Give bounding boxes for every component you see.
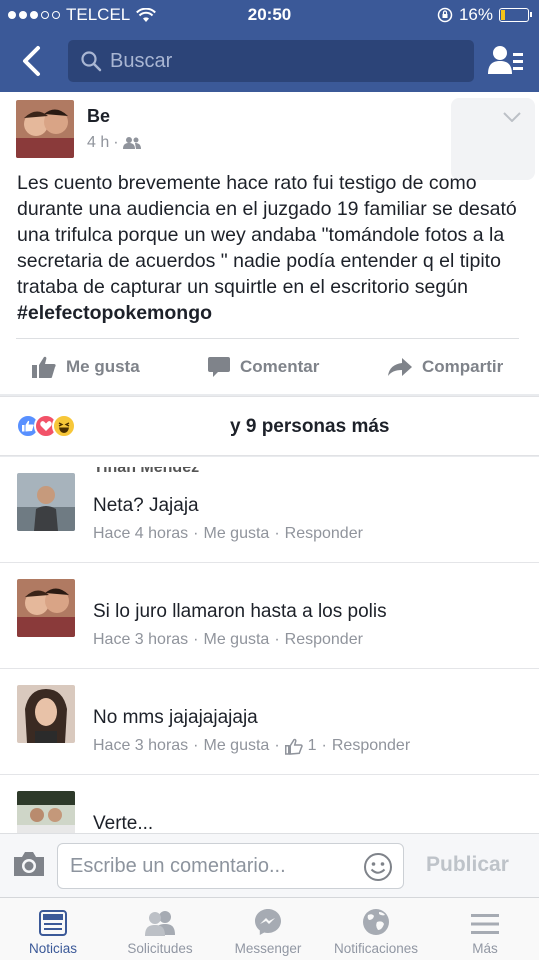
orientation-lock-icon <box>437 7 453 23</box>
tab-label: Solicitudes <box>127 941 193 956</box>
hashtag-link[interactable]: #elefectopokemongo <box>17 302 212 324</box>
tab-messenger[interactable]: Messenger <box>222 898 314 960</box>
comment-item: Si lo juro llamaron hasta a los polis Ha… <box>0 563 539 669</box>
post-actions: Me gusta Comentar Compartir <box>0 350 539 384</box>
share-label: Compartir <box>422 357 504 376</box>
comment-text: Si lo juro llamaron hasta a los polis <box>93 601 387 622</box>
comment-avatar[interactable] <box>17 473 75 531</box>
comment-like-link[interactable]: Me gusta <box>204 631 270 649</box>
tab-label: Más <box>472 941 498 956</box>
comment-input-box[interactable] <box>57 843 404 889</box>
tab-bar: Noticias Solicitudes Messenger Notificac… <box>0 897 539 960</box>
news-feed-icon <box>39 910 67 936</box>
like-label: Me gusta <box>66 357 140 376</box>
share-icon <box>388 358 412 376</box>
camera-icon[interactable] <box>12 850 46 878</box>
comment-composer: Publicar <box>0 833 539 897</box>
comment-meta: Hace 3 horas · Me gusta · 1 · Responder <box>93 737 411 755</box>
comment-label: Comentar <box>240 357 320 376</box>
tab-news-feed[interactable]: Noticias <box>8 898 98 960</box>
publish-button[interactable]: Publicar <box>426 853 509 877</box>
post-meta: 4 h · <box>87 134 141 152</box>
status-right: 16% <box>437 5 532 25</box>
thumbs-up-icon <box>284 738 303 755</box>
comment-like-count: 1 <box>307 737 317 754</box>
friend-requests-icon <box>145 911 175 936</box>
comment-reply-link[interactable]: Responder <box>285 631 363 649</box>
back-icon[interactable] <box>16 44 50 78</box>
comment-input[interactable] <box>70 844 350 888</box>
comment-avatar[interactable] <box>17 685 75 743</box>
post-card: Be 4 h · Les cuento brevemente hace rato… <box>0 92 539 394</box>
post-author-avatar[interactable] <box>16 100 74 158</box>
comment-meta: Hace 3 horas · Me gusta · Responder <box>93 631 363 649</box>
post-text: Les cuento brevemente hace rato fui test… <box>17 170 522 326</box>
messenger-icon <box>255 909 281 935</box>
battery-percent: 16% <box>458 5 493 24</box>
emoji-icon[interactable] <box>363 852 393 882</box>
comment-reply-link[interactable]: Responder <box>285 525 363 543</box>
friend-requests-icon[interactable] <box>487 44 525 78</box>
tab-more[interactable]: Más <box>440 898 530 960</box>
top-bar: TELCEL 20:50 16% <box>0 0 539 92</box>
chevron-down-icon <box>503 112 521 122</box>
friends-icon <box>122 137 141 149</box>
comment-time: Hace 3 horas <box>93 631 189 648</box>
comment-button[interactable]: Comentar <box>208 350 319 384</box>
post-author-name[interactable]: Be <box>87 106 110 127</box>
comment-avatar[interactable] <box>17 791 75 833</box>
globe-icon <box>363 909 389 935</box>
menu-icon <box>471 914 499 934</box>
thumbs-up-icon <box>32 356 56 378</box>
comments-list: Yihan Mendez Neta? Jajaja Hace 4 horas · … <box>0 457 539 833</box>
post-options-button[interactable] <box>451 98 535 180</box>
status-bar: TELCEL 20:50 16% <box>0 0 539 30</box>
comment-meta: Hace 4 horas · Me gusta · Responder <box>93 525 363 543</box>
comment-text: Verte... <box>93 813 154 833</box>
haha-reaction-icon <box>52 414 76 438</box>
comment-text: No mms jajajajajaja <box>93 707 258 728</box>
battery-icon <box>499 8 532 22</box>
tab-label: Notificaciones <box>333 941 419 956</box>
tab-friend-requests[interactable]: Solicitudes <box>112 898 208 960</box>
comment-text: Neta? Jajaja <box>93 495 199 516</box>
comment-avatar[interactable] <box>17 579 75 637</box>
reactions-text: y 9 personas más <box>230 416 390 437</box>
comment-time: Hace 3 horas <box>93 737 189 754</box>
search-bar[interactable] <box>68 40 474 82</box>
share-button[interactable]: Compartir <box>388 350 503 384</box>
like-button[interactable]: Me gusta <box>32 350 140 384</box>
post-body: Les cuento brevemente hace rato fui test… <box>17 172 517 298</box>
comment-like-link[interactable]: Me gusta <box>204 737 270 755</box>
reactions-summary[interactable]: y 9 personas más <box>0 396 539 456</box>
nav-bar <box>0 38 539 84</box>
comment-item: Yihan Mendez Neta? Jajaja Hace 4 horas · … <box>0 457 539 563</box>
comment-like-link[interactable]: Me gusta <box>204 525 270 543</box>
comment-item: Verte... <box>0 775 539 833</box>
post-time[interactable]: 4 h <box>87 134 109 152</box>
search-input[interactable] <box>110 49 450 73</box>
search-icon <box>81 51 102 72</box>
comment-icon <box>208 357 230 377</box>
tab-notifications[interactable]: Notificaciones <box>322 898 430 960</box>
comment-item: No mms jajajajajaja Hace 3 horas · Me gus… <box>0 669 539 775</box>
comment-author[interactable]: Yihan Mendez <box>93 467 199 477</box>
reaction-icons <box>16 414 76 438</box>
comment-reply-link[interactable]: Responder <box>332 737 410 755</box>
comment-time: Hace 4 horas <box>93 525 189 542</box>
divider <box>16 338 519 339</box>
tab-label: Messenger <box>234 941 302 956</box>
tab-label: Noticias <box>28 941 77 956</box>
